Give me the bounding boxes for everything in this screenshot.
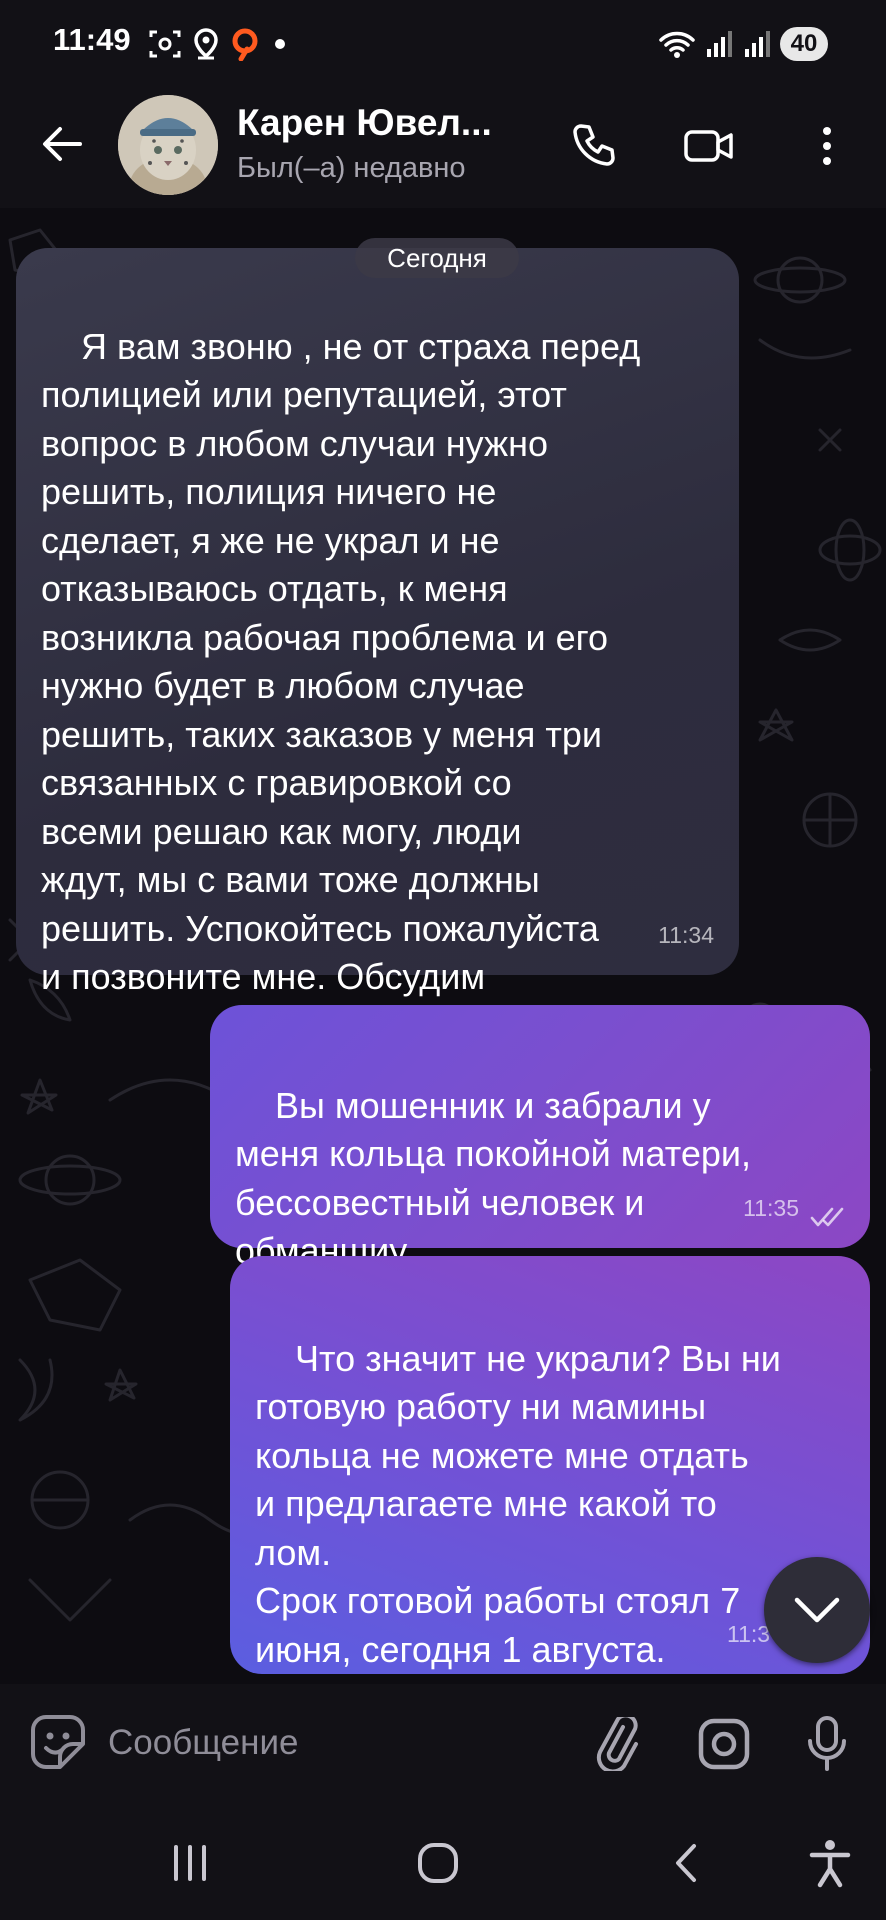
contact-status: Был(–а) недавно bbox=[237, 152, 466, 184]
contact-name[interactable]: Карен Ювел... bbox=[237, 102, 527, 144]
screen: 11:49 40 Карен Ювел... Был(–а) недавно Я… bbox=[0, 0, 886, 1920]
back-button[interactable] bbox=[34, 116, 90, 172]
avatar[interactable] bbox=[118, 95, 218, 195]
message-text: Что значит не украли? Вы ни готовую рабо… bbox=[255, 1337, 781, 1670]
status-icons-right: 40 bbox=[658, 24, 828, 64]
video-call-button[interactable] bbox=[679, 116, 739, 176]
incoming-message-bubble[interactable]: Я вам звоню , не от страха перед полицие… bbox=[16, 248, 739, 997]
system-navigation-bar bbox=[0, 1802, 886, 1920]
camera-icon bbox=[698, 1718, 750, 1770]
chevron-down-icon bbox=[794, 1597, 840, 1623]
voice-message-button[interactable] bbox=[797, 1714, 857, 1774]
phone-icon bbox=[573, 124, 615, 166]
read-checkmarks-icon bbox=[810, 1207, 844, 1227]
video-camera-icon bbox=[684, 130, 733, 162]
home-icon bbox=[418, 1843, 458, 1883]
status-icons-left bbox=[148, 24, 290, 64]
app-notification-icon bbox=[232, 28, 258, 61]
arrow-left-icon bbox=[43, 127, 82, 161]
chat-header: Карен Ювел... Был(–а) недавно bbox=[0, 86, 886, 208]
scroll-to-bottom-button[interactable] bbox=[764, 1557, 870, 1663]
sticker-emoji-icon bbox=[31, 1715, 85, 1769]
message-text: Вы мошенник и забрали у меня кольца поко… bbox=[235, 1084, 751, 1272]
home-button[interactable] bbox=[403, 1828, 473, 1898]
signal-icon bbox=[745, 31, 770, 57]
microphone-icon bbox=[808, 1716, 846, 1771]
nav-back-button[interactable] bbox=[651, 1828, 721, 1898]
recents-button[interactable] bbox=[155, 1828, 225, 1898]
message-input[interactable] bbox=[108, 1708, 568, 1778]
message-time: 11:34 bbox=[658, 921, 714, 948]
signal-icon bbox=[707, 31, 732, 57]
emoji-sticker-button[interactable] bbox=[28, 1712, 88, 1772]
accessibility-icon bbox=[809, 1840, 851, 1888]
location-icon bbox=[194, 28, 218, 60]
more-options-button[interactable] bbox=[797, 116, 857, 176]
attach-button[interactable] bbox=[587, 1714, 647, 1774]
recents-icon bbox=[174, 1845, 206, 1881]
outgoing-message-bubble[interactable]: Вы мошенник и забрали у меня кольца поко… bbox=[210, 1005, 870, 1271]
more-vertical-icon bbox=[823, 127, 831, 165]
date-separator: Сегодня bbox=[355, 238, 519, 278]
camera-button[interactable] bbox=[694, 1714, 754, 1774]
message-composer bbox=[0, 1684, 886, 1802]
call-button[interactable] bbox=[563, 116, 623, 176]
screenshot-icon bbox=[149, 30, 181, 58]
status-bar: 11:49 40 bbox=[0, 0, 886, 86]
message-time: 11:35 bbox=[743, 1194, 799, 1221]
paperclip-icon bbox=[596, 1717, 638, 1771]
nav-back-icon bbox=[676, 1844, 696, 1882]
status-time: 11:49 bbox=[53, 22, 131, 57]
message-text: Я вам звоню , не от страха перед полицие… bbox=[41, 325, 641, 998]
accessibility-button[interactable] bbox=[795, 1828, 865, 1898]
battery-level: 40 bbox=[780, 27, 828, 61]
avatar-snow-leopard-image bbox=[118, 95, 218, 195]
wifi-icon bbox=[659, 31, 695, 58]
dot-icon bbox=[275, 39, 285, 49]
